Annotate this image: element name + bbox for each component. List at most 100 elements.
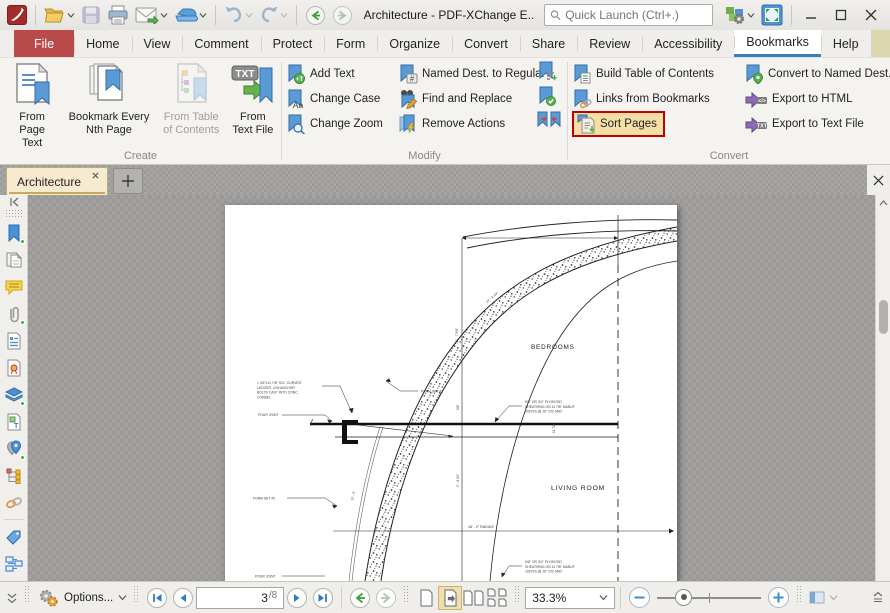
two-page-layout-button[interactable] [462, 586, 486, 610]
change-zoom-button[interactable]: Change Zoom [286, 111, 398, 136]
panel-caret-button[interactable] [827, 586, 840, 610]
sort-pages-button[interactable]: Sort Pages [572, 110, 744, 137]
last-page-button[interactable] [310, 586, 336, 610]
ribbon-group-convert: Build Table of Contents Convert to Named… [568, 58, 890, 164]
scroll-up-button[interactable] [876, 195, 890, 211]
change-case-button[interactable]: Aa Change Case [286, 86, 398, 111]
fit-page-layout-button[interactable] [438, 585, 463, 610]
from-text-file-button[interactable]: TXT From Text File [225, 58, 281, 137]
layers-pane-button[interactable] [2, 381, 26, 408]
signatures-pane-button[interactable] [2, 354, 26, 381]
tab-help[interactable]: Help [820, 30, 871, 57]
tab-protect[interactable]: Protect [260, 30, 325, 57]
zoom-out-button[interactable] [626, 586, 653, 610]
export-to-text-file-button[interactable]: TXT Export to Text File [744, 111, 890, 136]
previous-view-button[interactable] [347, 586, 373, 610]
undo-caret-icon [245, 13, 253, 18]
fullscreen-button[interactable] [758, 3, 786, 27]
convert-to-named-dest-button[interactable]: Convert to Named Dest. [744, 61, 890, 86]
tab-close-icon[interactable] [89, 171, 101, 184]
sort-bookmarks-button[interactable] [537, 61, 561, 81]
pdf-page[interactable]: BEDROOMS LIVING ROOM 16' - 0" RADIUS 1 3… [225, 205, 677, 581]
export-to-html-button[interactable]: </> Export to HTML [744, 86, 890, 111]
previous-page-button[interactable] [170, 586, 196, 610]
app-icon[interactable] [4, 3, 30, 27]
bookmark-every-nth-page-button[interactable]: Bookmark Every Nth Page [60, 58, 157, 137]
close-document-button[interactable] [867, 165, 890, 195]
add-text-button[interactable]: +T Add Text [286, 61, 398, 86]
build-table-of-contents-button[interactable]: Build Table of Contents [572, 61, 744, 86]
links-pane-button[interactable] [2, 489, 26, 516]
from-page-text-button[interactable]: From Page Text [4, 58, 60, 150]
fields-pane-button[interactable] [2, 327, 26, 354]
tab-convert[interactable]: Convert [452, 30, 520, 57]
next-page-button[interactable] [284, 586, 310, 610]
panes-sidebar: T [0, 195, 28, 581]
zoom-slider-thumb[interactable] [675, 588, 693, 606]
statusbar-drag-handle[interactable] [403, 585, 411, 603]
quick-launch-box[interactable] [544, 4, 713, 26]
tab-comment[interactable]: Comment [182, 30, 260, 57]
scrollbar-thumb[interactable] [879, 300, 888, 334]
save-button[interactable] [78, 3, 104, 27]
document-tab-architecture[interactable]: Architecture [6, 167, 109, 195]
redo-button[interactable] [256, 3, 291, 27]
zoom-in-button[interactable] [765, 586, 792, 610]
tab-bookmarks[interactable]: Bookmarks [734, 30, 821, 57]
tab-accessibility[interactable]: Accessibility [642, 30, 734, 57]
links-from-bookmarks-button[interactable]: Links from Bookmarks [572, 86, 744, 111]
first-page-button[interactable] [144, 586, 170, 610]
minimize-button[interactable] [796, 3, 826, 27]
statusbar-drag-handle[interactable] [796, 585, 804, 603]
validate-bookmarks-button[interactable] [537, 86, 561, 106]
new-tab-button[interactable] [113, 168, 144, 194]
tab-share[interactable]: Share [519, 30, 577, 57]
tab-review[interactable]: Review [577, 30, 642, 57]
close-button[interactable] [856, 3, 886, 27]
comments-pane-button[interactable] [2, 273, 26, 300]
statusbar-collapse-button[interactable] [4, 586, 20, 610]
sidebar-drag-handle[interactable] [4, 209, 23, 217]
order-pane-button[interactable] [2, 550, 26, 577]
quick-launch-input[interactable] [565, 8, 707, 22]
scan-button[interactable] [171, 3, 210, 27]
statusbar-expand-button[interactable] [870, 586, 886, 610]
ui-options-button[interactable] [721, 3, 758, 27]
undo-button[interactable] [221, 3, 256, 27]
maximize-button[interactable] [826, 3, 856, 27]
four-page-layout-button[interactable] [486, 586, 510, 610]
tab-home[interactable]: Home [74, 30, 131, 57]
bookmarks-pane-button[interactable] [2, 219, 26, 246]
structure-pane-button[interactable] [2, 462, 26, 489]
thumbnails-pane-button[interactable] [2, 246, 26, 273]
side-panel-toggle-button[interactable] [807, 586, 827, 610]
tab-view[interactable]: View [131, 30, 183, 57]
content-pane-button[interactable]: T [2, 408, 26, 435]
open-button[interactable] [41, 3, 78, 27]
next-view-button[interactable] [373, 586, 399, 610]
email-button[interactable] [132, 3, 171, 27]
vertical-scrollbar[interactable] [875, 195, 890, 581]
attachments-pane-button[interactable] [2, 300, 26, 327]
document-canvas[interactable]: BEDROOMS LIVING ROOM 16' - 0" RADIUS 1 3… [28, 195, 875, 581]
statusbar-drag-handle[interactable] [24, 585, 31, 603]
forward-button[interactable] [329, 3, 356, 27]
statusbar-drag-handle[interactable] [514, 585, 522, 603]
zoom-slider[interactable] [657, 586, 762, 610]
page-number-input[interactable]: 3 /8 [196, 586, 285, 609]
tab-organize[interactable]: Organize [377, 30, 452, 57]
merge-bookmarks-button[interactable] [537, 111, 561, 129]
tab-file[interactable]: File [14, 30, 75, 57]
tab-form[interactable]: Form [324, 30, 377, 57]
from-table-of-contents-button[interactable]: From Table of Contents [158, 58, 225, 137]
collapse-panes-button[interactable] [8, 197, 20, 207]
zoom-level-select[interactable]: 33.3% [525, 586, 616, 609]
statusbar-drag-handle[interactable] [133, 585, 141, 603]
tags-pane-button[interactable] [2, 523, 26, 550]
single-page-layout-button[interactable] [414, 586, 438, 610]
print-button[interactable] [104, 3, 132, 27]
destinations-pane-button[interactable] [2, 435, 26, 462]
options-button[interactable]: Options... [35, 586, 129, 610]
tab-format[interactable]: Format [870, 30, 890, 57]
back-button[interactable] [302, 3, 329, 27]
